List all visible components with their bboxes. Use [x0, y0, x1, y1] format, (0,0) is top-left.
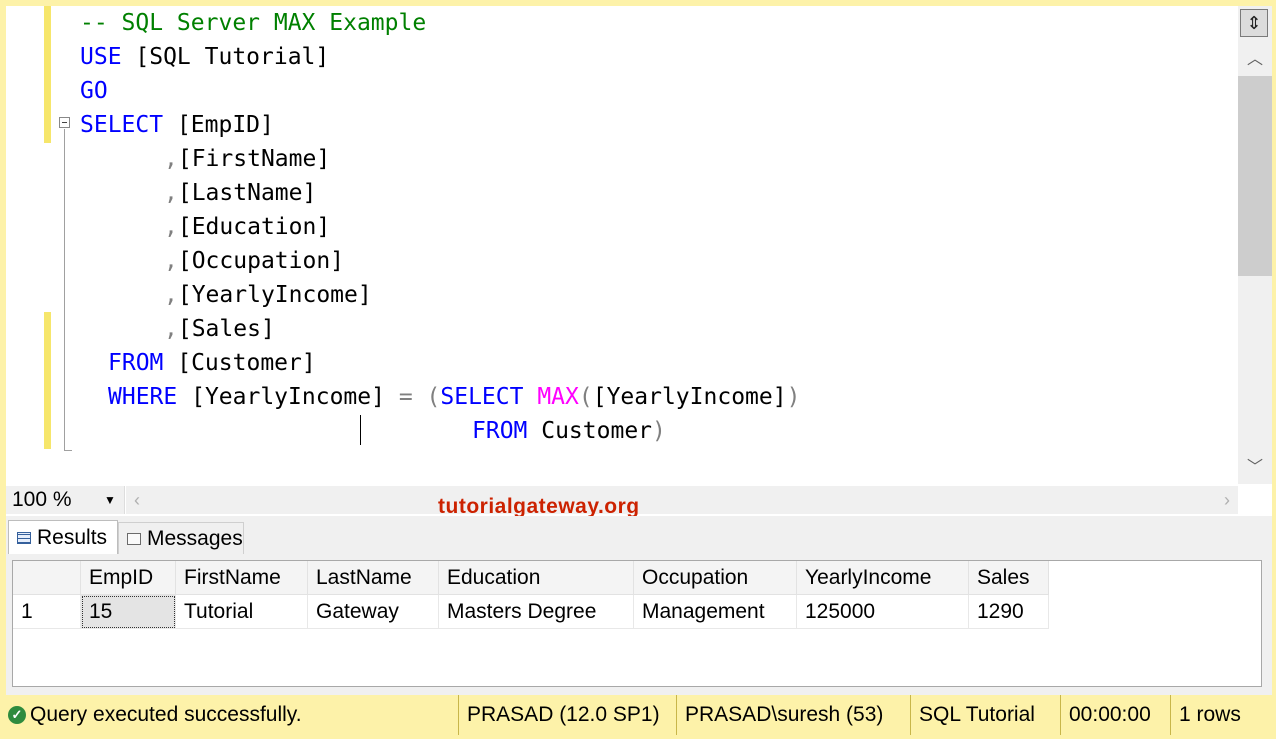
column-header-rownum[interactable]	[13, 561, 81, 595]
scroll-down-icon[interactable]: ﹀	[1238, 454, 1272, 482]
code-line-6: ,[LastName]	[164, 180, 317, 206]
code-line-5: ,[FirstName]	[164, 146, 331, 172]
code-line-2: USE [SQL Tutorial]	[80, 44, 330, 70]
code-line-13: FROM Customer)	[472, 418, 666, 444]
code-line-8: ,[Occupation]	[164, 248, 345, 274]
editor-horizontal-scrollbar[interactable]: ‹ ›	[126, 486, 1238, 514]
cell-yearlyincome[interactable]: 125000	[796, 594, 969, 629]
column-header-yearlyincome[interactable]: YearlyIncome	[796, 561, 969, 595]
code-line-9: ,[YearlyIncome]	[164, 282, 372, 308]
query-editor[interactable]: -- SQL Server MAX Example USE [SQL Tutor…	[6, 6, 1238, 484]
fold-guide	[64, 129, 65, 451]
status-message: Query executed successfully.	[30, 703, 302, 726]
fold-guide-end	[64, 450, 72, 451]
column-header-education[interactable]: Education	[438, 561, 634, 595]
window-frame-right	[1272, 0, 1276, 739]
results-grid[interactable]: EmpID FirstName LastName Education Occup…	[12, 560, 1262, 687]
chevron-down-icon[interactable]: ▼	[104, 486, 116, 514]
tab-messages[interactable]: Messages	[118, 522, 244, 554]
success-check-icon: ✓	[8, 706, 26, 724]
tab-results-label: Results	[37, 525, 108, 549]
cell-empid[interactable]: 15	[80, 594, 176, 629]
code-line-11: FROM [Customer]	[108, 350, 316, 376]
code-line-3: GO	[80, 78, 108, 104]
code-line-7: ,[Education]	[164, 214, 331, 240]
change-marker	[44, 6, 51, 143]
column-header-occupation[interactable]: Occupation	[633, 561, 797, 595]
status-database: SQL Tutorial	[910, 695, 1060, 735]
code-line-10: ,[Sales]	[164, 316, 275, 342]
scroll-left-icon[interactable]: ‹	[134, 486, 140, 514]
status-user: PRASAD\suresh (53)	[676, 695, 910, 735]
messages-icon	[127, 532, 141, 545]
change-marker	[44, 312, 51, 449]
table-row: 1 15 Tutorial Gateway Masters Degree Man…	[13, 594, 1049, 629]
code-line-12: WHERE [YearlyIncome] = (SELECT MAX([Year…	[108, 384, 801, 410]
cell-occupation[interactable]: Management	[633, 594, 797, 629]
header-row: EmpID FirstName LastName Education Occup…	[13, 561, 1049, 595]
collapse-icon[interactable]	[59, 117, 70, 128]
editor-vertical-scrollbar[interactable]: ⇕ ︿ ﹀	[1238, 6, 1272, 484]
zoom-value: 100 %	[12, 488, 72, 511]
status-rows: 1 rows	[1170, 695, 1266, 735]
code-line-1: -- SQL Server MAX Example	[80, 10, 427, 36]
cell-education[interactable]: Masters Degree	[438, 594, 634, 629]
cell-firstname[interactable]: Tutorial	[175, 594, 308, 629]
row-number[interactable]: 1	[13, 594, 81, 629]
column-header-lastname[interactable]: LastName	[307, 561, 439, 595]
zoom-row: 100 % ▼ ‹ › tutorialgateway.org	[6, 484, 1238, 518]
text-caret	[360, 415, 361, 445]
status-server: PRASAD (12.0 SP1)	[458, 695, 676, 735]
split-editor-icon[interactable]: ⇕	[1240, 9, 1268, 37]
grid-icon	[17, 531, 31, 544]
tab-results[interactable]: Results	[8, 520, 118, 554]
tab-messages-label: Messages	[147, 526, 243, 550]
cell-sales[interactable]: 1290	[968, 594, 1049, 629]
status-elapsed: 00:00:00	[1060, 695, 1170, 735]
results-table: EmpID FirstName LastName Education Occup…	[13, 561, 1049, 629]
scroll-right-icon[interactable]: ›	[1224, 486, 1230, 514]
status-bar: ✓ Query executed successfully. PRASAD (1…	[6, 695, 1272, 739]
results-pane: EmpID FirstName LastName Education Occup…	[6, 554, 1272, 695]
cell-lastname[interactable]: Gateway	[307, 594, 439, 629]
code-line-4: SELECT [EmpID]	[80, 112, 274, 138]
scroll-up-icon[interactable]: ︿	[1238, 46, 1272, 74]
column-header-empid[interactable]: EmpID	[80, 561, 176, 595]
scroll-thumb[interactable]	[1238, 76, 1272, 276]
column-header-sales[interactable]: Sales	[968, 561, 1049, 595]
zoom-dropdown[interactable]: 100 % ▼	[6, 486, 125, 514]
column-header-firstname[interactable]: FirstName	[175, 561, 308, 595]
results-tabs: Results Messages	[6, 516, 1272, 554]
